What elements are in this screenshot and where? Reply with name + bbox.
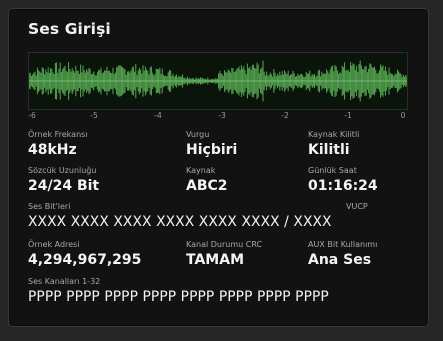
- channel-status-crc-value: TAMAM: [186, 252, 244, 268]
- scale-tick: -5: [90, 111, 98, 120]
- word-length-value: 24/24 Bit: [28, 178, 100, 194]
- meter-scale: -6 -5 -4 -3 -2 -1 0: [28, 111, 406, 123]
- source-lock-label: Kaynak Kilitli: [308, 130, 360, 139]
- word-length-label: Sözcük Uzunluğu: [28, 166, 97, 175]
- sample-address-label: Örnek Adresi: [28, 240, 80, 249]
- waveform-graph: [29, 60, 407, 102]
- audio-waveform-meter: [28, 52, 408, 110]
- sample-rate-value: 48kHz: [28, 142, 77, 158]
- aux-bit-usage-label: AUX Bit Kullanımı: [308, 240, 378, 249]
- scale-tick: -2: [281, 111, 289, 120]
- time-of-day-value: 01:16:24: [308, 178, 378, 194]
- sample-address-value: 4,294,967,295: [28, 252, 142, 268]
- panel-title: Ses Girişi: [28, 20, 111, 38]
- emphasis-value: Hiçbiri: [186, 142, 238, 158]
- source-value: ABC2: [186, 178, 228, 194]
- scale-tick: 0: [400, 111, 406, 120]
- source-lock-value: Kilitli: [308, 142, 350, 158]
- scale-tick: -3: [218, 111, 226, 120]
- channel-status-crc-label: Kanal Durumu CRC: [186, 240, 263, 249]
- audio-bits-label: Ses Bit'leri: [28, 202, 71, 211]
- scale-tick: -6: [28, 111, 36, 120]
- time-of-day-label: Günlük Saat: [308, 166, 357, 175]
- vucp-label: VUCP: [346, 202, 368, 211]
- source-label: Kaynak: [186, 166, 216, 175]
- channels-label: Ses Kanalları 1-32: [28, 277, 101, 286]
- channels-value: PPPP PPPP PPPP PPPP PPPP PPPP PPPP PPPP: [28, 289, 329, 305]
- aux-bit-usage-value: Ana Ses: [308, 252, 372, 268]
- sample-rate-label: Örnek Frekansı: [28, 130, 88, 139]
- audio-bits-value: XXXX XXXX XXXX XXXX XXXX XXXX / XXXX: [28, 214, 332, 230]
- scale-tick: -1: [344, 111, 352, 120]
- scale-tick: -4: [154, 111, 162, 120]
- emphasis-label: Vurgu: [186, 130, 210, 139]
